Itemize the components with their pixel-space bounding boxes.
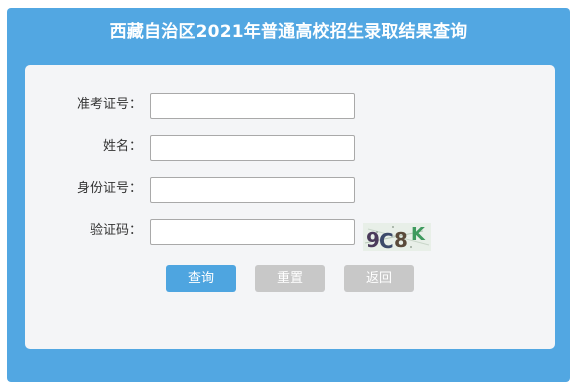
captcha-image[interactable]: 9 C 8 K [363, 223, 431, 251]
captcha-input[interactable] [150, 219, 355, 245]
reset-button[interactable]: 重置 [255, 265, 325, 292]
back-button[interactable]: 返回 [344, 265, 414, 292]
query-button[interactable]: 查询 [166, 265, 236, 292]
id-number-input[interactable] [150, 177, 355, 203]
name-input[interactable] [150, 135, 355, 161]
name-label: 姓名： [102, 139, 142, 154]
captcha-char-2: C [379, 229, 394, 251]
query-form-card: 准考证号： 姓名： 身份证号： 验证码： 9 C 8 K 查询 重置 返回 [25, 65, 555, 349]
exam-number-input[interactable] [150, 93, 355, 119]
exam-number-label: 准考证号： [76, 97, 142, 112]
captcha-char-4: K [411, 224, 426, 245]
page-title: 西藏自治区2021年普通高校招生录取结果查询 [109, 22, 468, 42]
captcha-label: 验证码： [89, 223, 142, 238]
id-number-label: 身份证号： [76, 181, 142, 196]
captcha-image-graphic: 9 C 8 K [363, 223, 431, 251]
query-panel: 西藏自治区2021年普通高校招生录取结果查询 准考证号： 姓名： 身份证号： 验… [7, 8, 570, 382]
captcha-char-3: 8 [394, 228, 408, 251]
captcha-char-1: 9 [366, 228, 380, 251]
